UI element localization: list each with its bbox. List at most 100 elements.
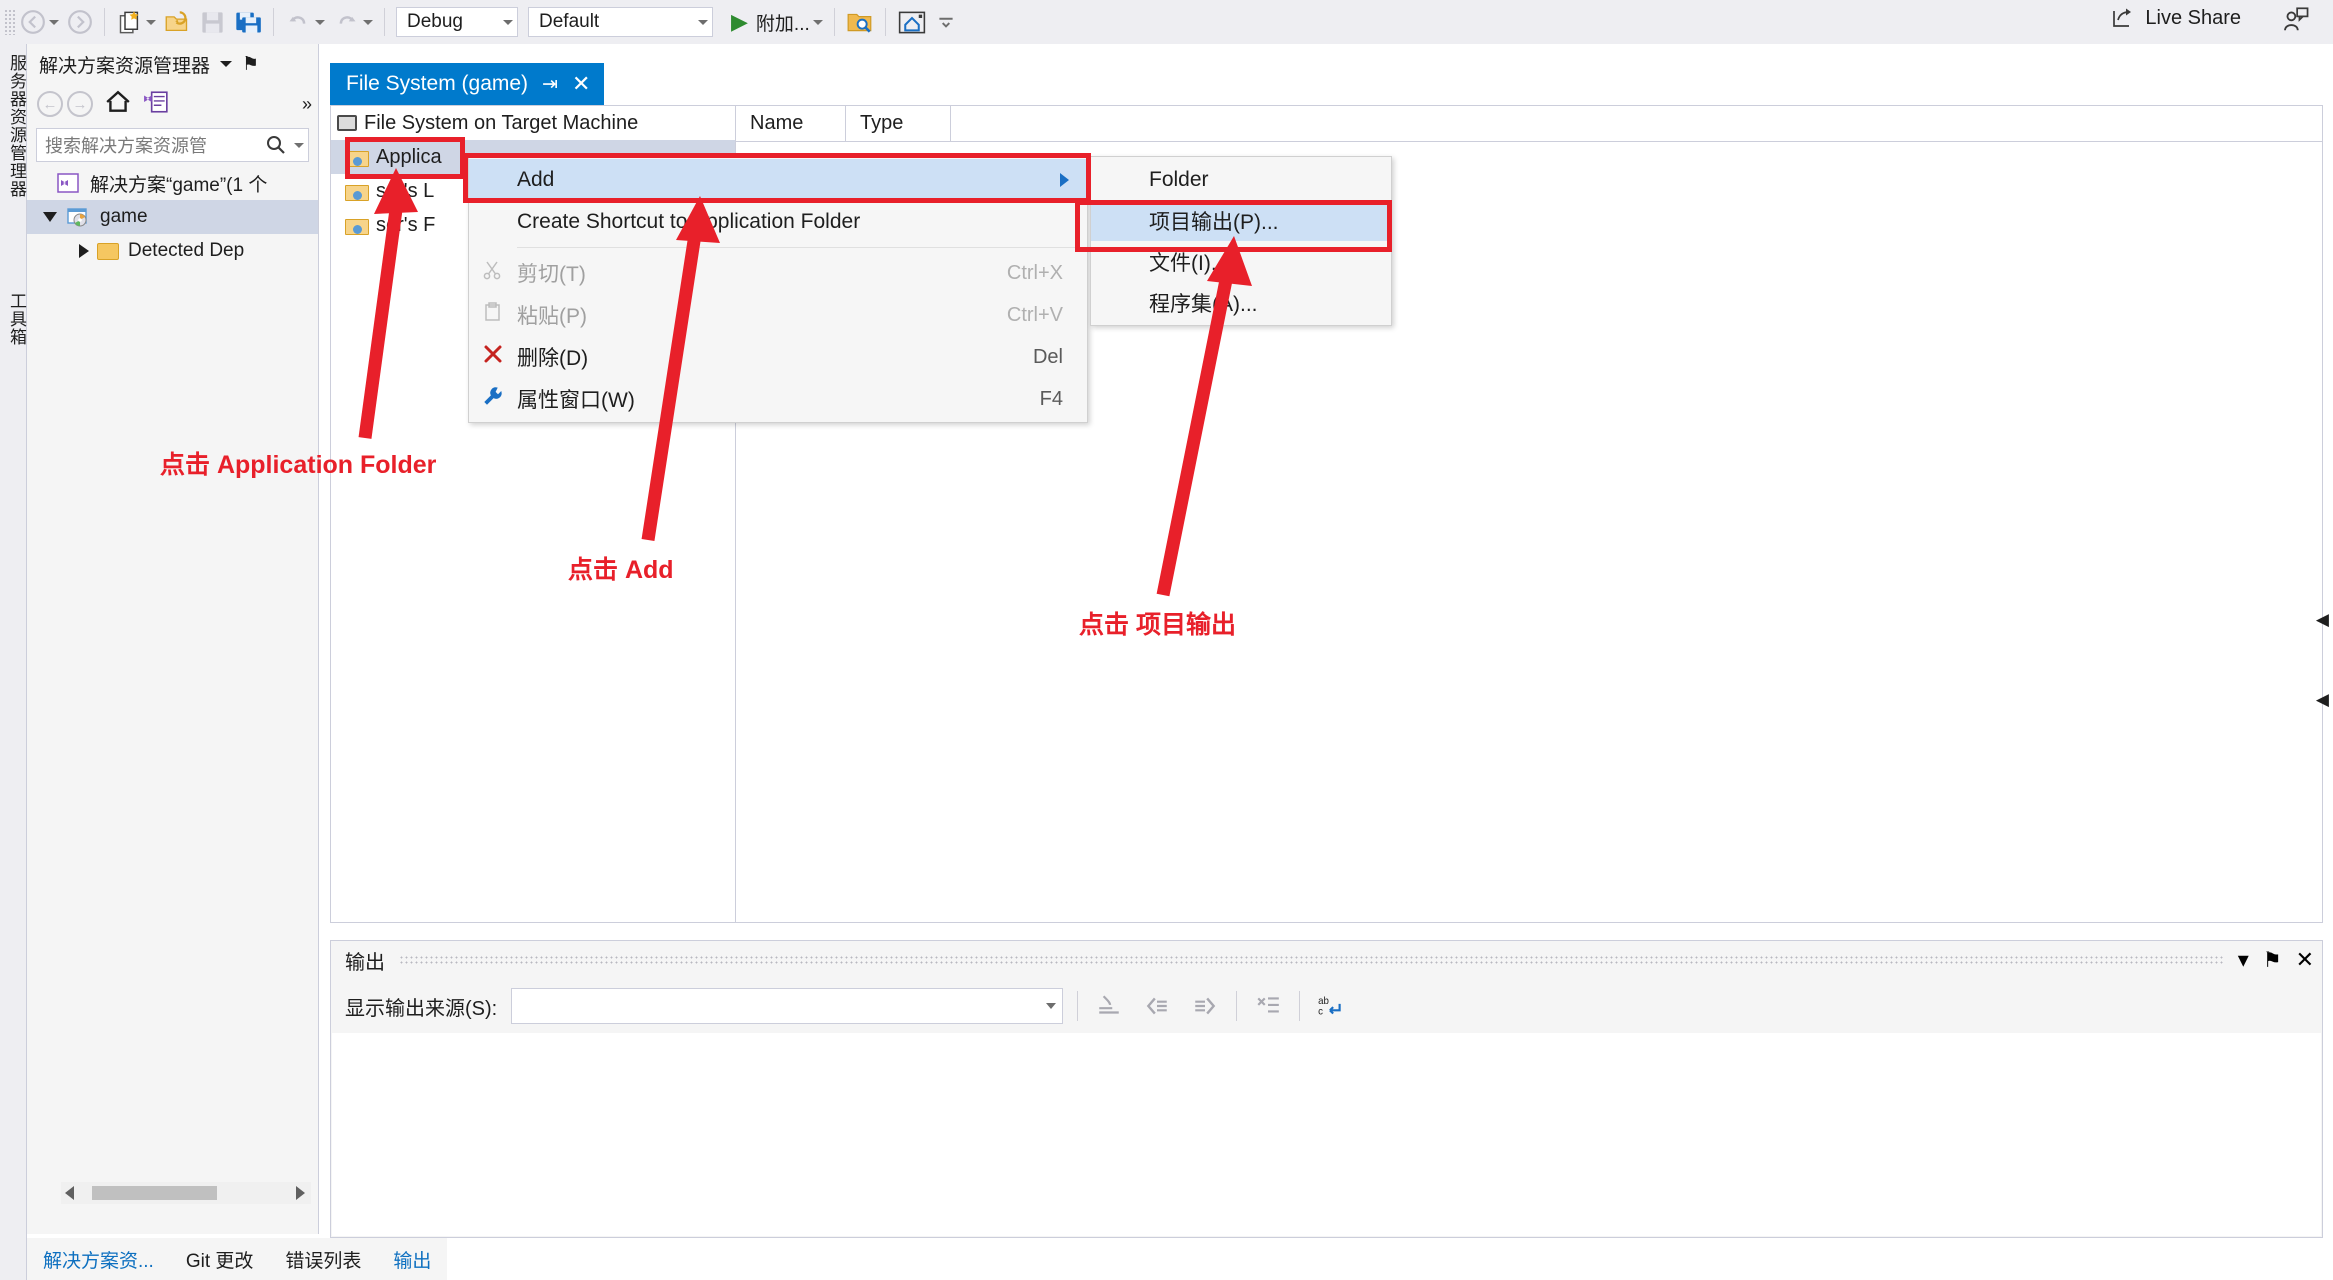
search-options-icon[interactable]: [294, 142, 304, 148]
scroll-right-icon[interactable]: [296, 1186, 305, 1200]
menu-item-delete[interactable]: 删除(D) Del: [469, 336, 1087, 378]
save-all-button[interactable]: [230, 3, 266, 41]
output-window-menu-icon[interactable]: ▾: [2238, 947, 2249, 973]
tree-item-detected-dependencies[interactable]: Detected Dep: [27, 234, 318, 268]
output-panel-drag-handle[interactable]: [399, 955, 2224, 965]
chevron-down-icon[interactable]: [1046, 1003, 1057, 1009]
right-edge-chevron-lower[interactable]: ◀: [2316, 690, 2329, 710]
search-folder-button[interactable]: [842, 3, 878, 41]
close-icon[interactable]: ✕: [2296, 947, 2314, 973]
undo-button[interactable]: [281, 3, 329, 41]
clear-all-button[interactable]: [1251, 991, 1285, 1021]
toolbar-separator-1: [104, 8, 105, 36]
chevron-down-icon[interactable]: [698, 19, 708, 25]
home-icon: [898, 11, 925, 33]
save-button[interactable]: [195, 3, 230, 41]
attach-dropdown-icon[interactable]: [812, 19, 823, 25]
send-feedback-button[interactable]: [2281, 6, 2311, 41]
menu-item-shortcut: Ctrl+X: [1006, 261, 1063, 284]
wrench-icon: [469, 385, 517, 413]
new-item-button[interactable]: [112, 3, 160, 41]
previous-message-button[interactable]: [1140, 991, 1174, 1021]
bottom-tab-solution-explorer[interactable]: 解决方案资...: [27, 1246, 170, 1273]
submenu-item-folder[interactable]: Folder: [1091, 159, 1391, 200]
bottom-tab-output[interactable]: 输出: [377, 1246, 447, 1273]
output-source-label: 显示输出来源(S):: [345, 997, 498, 1020]
expander-collapse-icon[interactable]: [43, 212, 57, 222]
contents-column-headers: Name Type: [736, 106, 2322, 142]
redo-button[interactable]: [329, 3, 377, 41]
output-text-area[interactable]: [332, 1033, 2321, 1236]
menu-item-shortcut: Del: [1032, 345, 1063, 368]
vs-solution-icon: [57, 173, 79, 193]
pin-icon[interactable]: ⇥: [542, 73, 558, 96]
output-source-combo[interactable]: [511, 988, 1064, 1024]
bottom-tab-strip: 解决方案资... Git 更改 错误列表 输出: [27, 1238, 448, 1280]
folder-search-icon: [847, 13, 872, 33]
submenu-item-assembly[interactable]: 程序集(A)...: [1091, 282, 1391, 323]
clipboard-glyph: [485, 302, 500, 321]
pin-icon[interactable]: ⚑: [2263, 948, 2282, 973]
attach-run-button[interactable]: ▶ 附加...: [727, 3, 827, 41]
live-share-button[interactable]: Live Share: [2110, 6, 2241, 30]
forward-navigate-button[interactable]: [63, 3, 97, 41]
menu-item-create-shortcut[interactable]: Create Shortcut to Application Folder: [469, 201, 1087, 243]
tree-item-game[interactable]: game: [27, 200, 318, 234]
open-folder-icon: [345, 216, 369, 235]
find-message-button[interactable]: [1092, 991, 1126, 1021]
menu-item-shortcut: Ctrl+V: [1006, 303, 1063, 326]
column-header-type[interactable]: Type: [846, 106, 951, 141]
back-dropdown-icon[interactable]: [49, 19, 59, 25]
submenu-item-project-output[interactable]: 项目输出(P)...: [1091, 200, 1391, 241]
search-icon[interactable]: [264, 133, 288, 157]
pin-icon[interactable]: ⚑: [242, 53, 259, 76]
solution-explorer-hscrollbar[interactable]: [61, 1182, 311, 1204]
se-overflow-button[interactable]: »: [302, 94, 312, 115]
home-window-button[interactable]: [893, 3, 931, 41]
toolbar-overflow-button[interactable]: [931, 3, 961, 41]
context-menu: Add Create Shortcut to Application Folde…: [468, 156, 1088, 423]
clear-all-icon: [1257, 997, 1280, 1013]
solution-configuration-combo[interactable]: Debug: [396, 7, 518, 37]
bottom-tab-error-list[interactable]: 错误列表: [269, 1246, 377, 1273]
next-message-button[interactable]: [1188, 991, 1222, 1021]
undo-dropdown-icon[interactable]: [315, 19, 325, 25]
toggle-word-wrap-button[interactable]: ab c: [1314, 991, 1348, 1021]
redo-dropdown-icon[interactable]: [363, 19, 373, 25]
home-icon: [106, 90, 130, 112]
open-file-button[interactable]: [160, 3, 195, 41]
scroll-left-icon[interactable]: [65, 1186, 74, 1200]
scrollbar-thumb[interactable]: [92, 1186, 217, 1200]
se-back-button[interactable]: ←: [37, 91, 63, 117]
toolbar-grip[interactable]: [4, 9, 16, 35]
server-explorer-tab[interactable]: 服务器资源管理器: [4, 54, 29, 198]
svg-text:c: c: [1318, 1007, 1323, 1018]
column-header-name[interactable]: Name: [736, 106, 846, 141]
word-wrap-icon: ab c: [1318, 996, 1341, 1018]
document-tab-file-system[interactable]: File System (game) ⇥ ✕: [330, 63, 605, 105]
tree-item-solution[interactable]: 解决方案“game”(1 个: [27, 166, 318, 200]
se-home-button[interactable]: [103, 89, 133, 120]
share-icon: [2113, 8, 2132, 27]
toolbox-tab[interactable]: 工具箱: [4, 292, 29, 346]
close-icon[interactable]: ✕: [572, 73, 590, 95]
chevron-down-icon[interactable]: [220, 61, 233, 67]
document-tab-label: File System (game): [346, 72, 529, 95]
expander-expand-icon[interactable]: [79, 244, 89, 258]
open-folder-icon: [345, 182, 369, 201]
solution-explorer-search[interactable]: 搜索解决方案资源管: [36, 128, 309, 162]
fs-tree-root[interactable]: File System on Target Machine: [331, 106, 735, 140]
right-edge-chevron-upper[interactable]: ◀: [2316, 610, 2329, 630]
se-properties-button[interactable]: [141, 89, 171, 120]
menu-item-add[interactable]: Add: [469, 159, 1087, 201]
open-folder-icon: [165, 10, 188, 31]
submenu-item-file[interactable]: 文件(I)...: [1091, 241, 1391, 282]
floppy-save-icon: [202, 11, 223, 33]
se-forward-button[interactable]: →: [67, 91, 93, 117]
back-navigate-button[interactable]: [16, 3, 63, 41]
solution-platform-combo[interactable]: Default: [528, 7, 713, 37]
chevron-down-icon[interactable]: [503, 19, 513, 25]
menu-item-properties-window[interactable]: 属性窗口(W) F4: [469, 378, 1087, 420]
bottom-tab-git-changes[interactable]: Git 更改: [170, 1246, 270, 1273]
new-item-dropdown-icon[interactable]: [146, 19, 156, 25]
